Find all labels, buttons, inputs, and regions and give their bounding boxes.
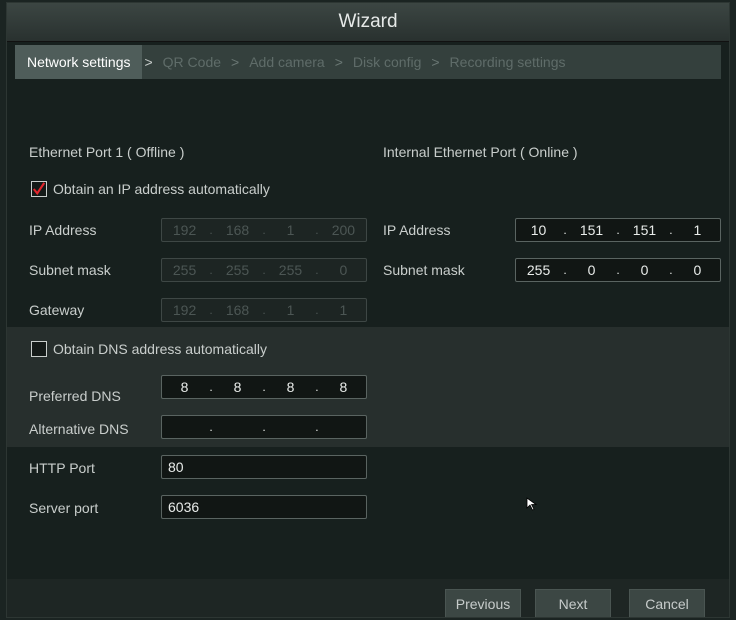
alternative-dns-label: Alternative DNS bbox=[29, 421, 129, 437]
server-port-input[interactable]: 6036 bbox=[161, 495, 367, 519]
auto-dns-checkbox[interactable] bbox=[31, 341, 47, 357]
internal-subnet-label: Subnet mask bbox=[383, 262, 465, 278]
chevron-right-icon: > bbox=[431, 54, 440, 70]
subnet-mask-field: 255. 255. 255. 0 bbox=[161, 258, 367, 282]
auto-ip-label: Obtain an IP address automatically bbox=[53, 181, 270, 197]
preferred-dns-label: Preferred DNS bbox=[29, 388, 121, 404]
preferred-dns-field[interactable]: 8. 8. 8. 8 bbox=[161, 375, 367, 399]
internal-ethernet-title: Internal Ethernet Port ( Online ) bbox=[383, 144, 578, 160]
auto-ip-checkbox[interactable] bbox=[31, 181, 47, 197]
chevron-right-icon: > bbox=[231, 54, 240, 70]
mouse-cursor-icon bbox=[526, 497, 538, 511]
next-button[interactable]: Next bbox=[535, 589, 611, 617]
button-bar: Previous Next Cancel bbox=[7, 579, 729, 617]
http-port-input[interactable]: 80 bbox=[161, 455, 367, 479]
step-recording-settings[interactable]: Recording settings bbox=[442, 54, 574, 70]
chevron-right-icon: > bbox=[144, 54, 153, 70]
alternative-dns-field[interactable]: . . . bbox=[161, 415, 367, 439]
gateway-label: Gateway bbox=[29, 302, 85, 318]
auto-dns-label: Obtain DNS address automatically bbox=[53, 341, 267, 357]
internal-subnet-field[interactable]: 255. 0. 0. 0 bbox=[515, 258, 721, 282]
window-title: Wizard bbox=[7, 3, 729, 42]
http-port-label: HTTP Port bbox=[29, 460, 95, 476]
step-qr-code[interactable]: QR Code bbox=[155, 54, 229, 70]
step-disk-config[interactable]: Disk config bbox=[345, 54, 429, 70]
ip-address-field: 192. 168. 1. 200 bbox=[161, 218, 367, 242]
step-network-settings[interactable]: Network settings bbox=[15, 45, 143, 79]
server-port-label: Server port bbox=[29, 500, 99, 516]
wizard-window: Wizard Network settings > QR Code > Add … bbox=[6, 2, 730, 618]
internal-ip-label: IP Address bbox=[383, 222, 451, 238]
wizard-steps: Network settings > QR Code > Add camera … bbox=[15, 45, 721, 79]
internal-ip-field[interactable]: 10. 151. 151. 1 bbox=[515, 218, 721, 242]
previous-button[interactable]: Previous bbox=[445, 589, 521, 617]
checkmark-icon bbox=[32, 182, 46, 196]
step-add-camera[interactable]: Add camera bbox=[241, 54, 332, 70]
ip-address-label: IP Address bbox=[29, 222, 97, 238]
gateway-field: 192. 168. 1. 1 bbox=[161, 298, 367, 322]
subnet-mask-label: Subnet mask bbox=[29, 262, 111, 278]
chevron-right-icon: > bbox=[334, 54, 343, 70]
ethernet1-title: Ethernet Port 1 ( Offline ) bbox=[29, 144, 185, 160]
cancel-button[interactable]: Cancel bbox=[629, 589, 705, 617]
